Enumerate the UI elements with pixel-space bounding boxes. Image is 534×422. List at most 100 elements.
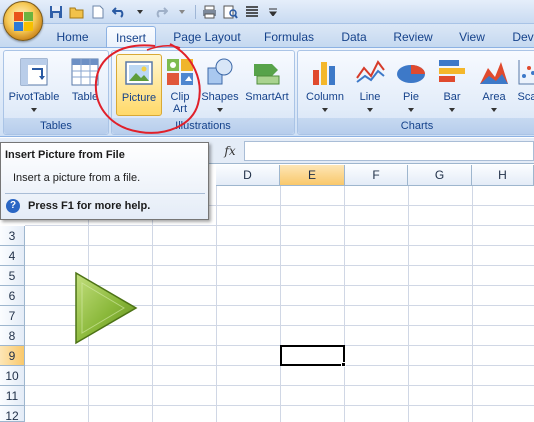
column-header-e[interactable]: E: [280, 165, 345, 186]
chevron-down-icon: [217, 108, 223, 112]
charts-group: Column Line Pie Bar Area Sca Charts: [297, 50, 534, 135]
ribbon: PivotTable Table Tables Picture Clip Art…: [0, 47, 534, 137]
chevron-down-icon: [178, 10, 185, 14]
scatter-chart-button[interactable]: Sca: [516, 54, 534, 116]
chevron-down-icon: [268, 8, 277, 16]
lines-icon: [245, 6, 258, 17]
smartart-button[interactable]: SmartArt: [242, 54, 292, 116]
office-logo-icon: [14, 12, 33, 31]
row-header-5[interactable]: 5: [0, 266, 25, 286]
tab-insert[interactable]: Insert: [106, 26, 156, 49]
column-header-h[interactable]: H: [472, 165, 534, 186]
new-button[interactable]: [88, 3, 107, 21]
chevron-down-icon: [408, 108, 414, 112]
office-button[interactable]: [3, 1, 43, 41]
chevron-down-icon: [136, 10, 143, 14]
illustrations-group-label: Illustrations: [112, 118, 294, 134]
area-chart-icon: [480, 62, 508, 84]
column-label: Column: [306, 91, 344, 103]
row-header-8[interactable]: 8: [0, 326, 25, 346]
row-header-12[interactable]: 12: [0, 406, 25, 422]
row-header-7[interactable]: 7: [0, 306, 25, 326]
scatter-chart-icon: [518, 60, 534, 85]
tables-group-label: Tables: [4, 118, 108, 134]
save-icon: [49, 6, 62, 18]
save-button[interactable]: [46, 3, 65, 21]
scatter-label: Sca: [517, 91, 534, 103]
triangle-shape[interactable]: [74, 271, 138, 345]
tooltip-title: Insert Picture from File: [5, 149, 125, 161]
shapes-icon: [207, 58, 233, 85]
help-icon: ?: [6, 199, 20, 213]
pivottable-icon: [20, 58, 48, 86]
smartart-icon: [254, 64, 280, 85]
formula-input[interactable]: [244, 141, 534, 161]
tables-group: PivotTable Table Tables: [3, 50, 109, 135]
customize-qat-button[interactable]: [263, 3, 282, 21]
title-bar: [0, 0, 534, 24]
row-header-10[interactable]: 10: [0, 366, 25, 386]
chevron-down-icon: [367, 108, 373, 112]
row-header-4[interactable]: 4: [0, 246, 25, 266]
clipart-button[interactable]: Clip Art: [164, 54, 196, 116]
column-chart-button[interactable]: Column: [302, 54, 348, 116]
tooltip-help-text: Press F1 for more help.: [28, 200, 151, 212]
ribbon-tabs: Home Insert Page Layout Formulas Data Re…: [0, 24, 534, 49]
row-header-9[interactable]: 9: [0, 346, 25, 366]
open-button[interactable]: [67, 3, 86, 21]
column-header-d[interactable]: D: [216, 165, 280, 186]
column-header-g[interactable]: G: [408, 165, 472, 186]
tab-formulas[interactable]: Formulas: [258, 26, 320, 48]
row-header-6[interactable]: 6: [0, 286, 25, 306]
tab-view[interactable]: View: [452, 26, 492, 48]
tab-home[interactable]: Home: [50, 26, 95, 48]
clipart-label-line2: Art: [172, 103, 188, 115]
line-chart-button[interactable]: Line: [350, 54, 390, 116]
row-header-3[interactable]: 3: [0, 226, 25, 246]
pie-label: Pie: [403, 91, 419, 103]
print-button[interactable]: [200, 3, 219, 21]
tab-developer[interactable]: Dev: [508, 26, 534, 48]
smartart-label: SmartArt: [245, 91, 289, 103]
charts-group-label: Charts: [298, 118, 534, 134]
row-header-11[interactable]: 11: [0, 386, 25, 406]
separator: [195, 5, 196, 19]
chevron-down-icon: [322, 108, 328, 112]
tooltip-insert-picture: Insert Picture from File Insert a pictur…: [0, 142, 209, 220]
bar-chart-icon: [439, 60, 465, 82]
tab-review[interactable]: Review: [388, 26, 438, 48]
folder-icon: [69, 7, 84, 18]
chevron-down-icon: [491, 108, 497, 112]
area-label: Area: [482, 91, 506, 103]
tab-page-layout[interactable]: Page Layout: [168, 26, 246, 48]
undo-dropdown[interactable]: [130, 3, 149, 21]
print-preview-button[interactable]: [221, 3, 240, 21]
undo-icon: [111, 7, 123, 18]
shapes-label: Shapes: [201, 91, 239, 103]
active-cell[interactable]: [280, 345, 345, 366]
line-chart-icon: [356, 60, 385, 83]
fill-handle[interactable]: [341, 362, 346, 367]
bar-label: Bar: [443, 91, 461, 103]
table-icon: [71, 58, 99, 86]
illustrations-group: Picture Clip Art Shapes SmartArt Illustr…: [111, 50, 295, 135]
area-chart-button[interactable]: Area: [474, 54, 514, 116]
printer-icon: [203, 5, 216, 19]
bar-chart-button[interactable]: Bar: [432, 54, 472, 116]
chevron-down-icon: [31, 108, 37, 112]
shapes-button[interactable]: Shapes: [200, 54, 240, 116]
pivottable-button[interactable]: PivotTable: [6, 54, 62, 116]
pie-chart-button[interactable]: Pie: [392, 54, 430, 116]
pivottable-label: PivotTable: [8, 91, 60, 103]
tab-data[interactable]: Data: [334, 26, 374, 48]
chevron-down-icon: [449, 108, 455, 112]
table-button[interactable]: Table: [66, 54, 104, 116]
column-header-f[interactable]: F: [345, 165, 408, 186]
redo-dropdown[interactable]: [172, 3, 191, 21]
redo-button[interactable]: [151, 3, 170, 21]
picture-button[interactable]: Picture: [116, 54, 162, 116]
undo-button[interactable]: [109, 3, 128, 21]
format-button[interactable]: [242, 3, 261, 21]
new-document-icon: [92, 5, 103, 19]
insert-function-button[interactable]: fx: [218, 142, 242, 160]
